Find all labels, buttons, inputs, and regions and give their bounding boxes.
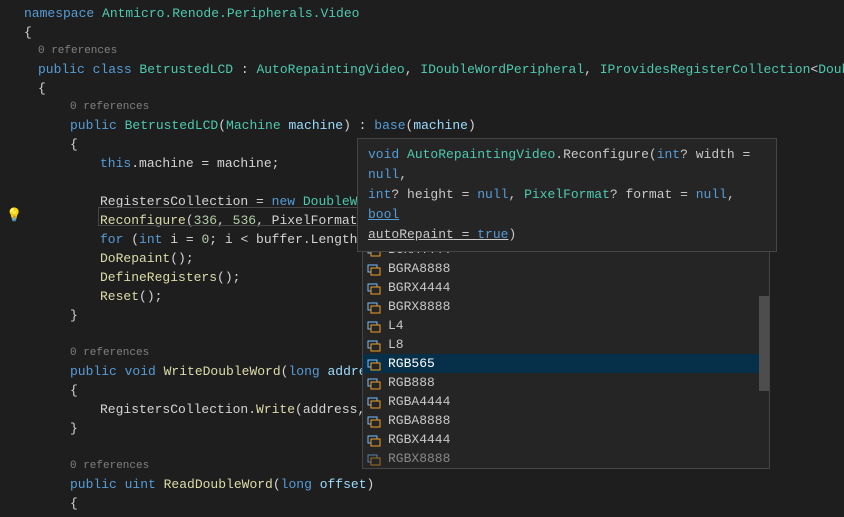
autocomplete-item[interactable]: RGB888: [363, 373, 769, 392]
autocomplete-item-label: L8: [388, 337, 404, 352]
autocomplete-item-label: RGBX4444: [388, 432, 450, 447]
enum-member-icon: [366, 299, 382, 315]
enum-member-icon: [366, 394, 382, 410]
lightbulb-icon[interactable]: 💡: [6, 208, 22, 223]
enum-member-icon: [366, 318, 382, 334]
enum-member-icon: [366, 375, 382, 391]
autocomplete-item[interactable]: L8: [363, 335, 769, 354]
autocomplete-item[interactable]: BGRX4444: [363, 278, 769, 297]
autocomplete-item[interactable]: BGRX8888: [363, 297, 769, 316]
autocomplete-item-label: RGBA8888: [388, 413, 450, 428]
autocomplete-item-label: BGRA8888: [388, 261, 450, 276]
autocomplete-item[interactable]: RGB565: [363, 354, 769, 373]
autocomplete-item-label: L4: [388, 318, 404, 333]
autocomplete-item[interactable]: RGBX8888: [363, 449, 769, 468]
namespace-name: Antmicro.Renode.Peripherals.Video: [94, 6, 359, 21]
autocomplete-scrollbar[interactable]: [759, 296, 769, 391]
autocomplete-item-label: BGRX8888: [388, 299, 450, 314]
autocomplete-item-label: RGBX8888: [388, 451, 450, 466]
brace: {: [0, 23, 844, 42]
autocomplete-item[interactable]: RGBA4444: [363, 392, 769, 411]
enum-member-icon: [366, 356, 382, 372]
keyword: namespace: [24, 6, 94, 21]
autocomplete-item[interactable]: L4: [363, 316, 769, 335]
autocomplete-item-label: RGB565: [388, 356, 435, 371]
autocomplete-item[interactable]: BGRA8888: [363, 259, 769, 278]
autocomplete-item[interactable]: RGBA8888: [363, 411, 769, 430]
enum-member-icon: [366, 280, 382, 296]
enum-member-icon: [366, 413, 382, 429]
autocomplete-item[interactable]: RGBX4444: [363, 430, 769, 449]
enum-member-icon: [366, 451, 382, 467]
autocomplete-item-label: RGB888: [388, 375, 435, 390]
autocomplete-item-label: BGRX4444: [388, 280, 450, 295]
signature-help-tooltip: void AutoRepaintingVideo.Reconfigure(int…: [357, 138, 777, 252]
enum-member-icon: [366, 432, 382, 448]
autocomplete-item-label: RGBA4444: [388, 394, 450, 409]
codelens-references[interactable]: 0 references: [0, 98, 844, 116]
codelens-references[interactable]: 0 references: [0, 42, 844, 60]
autocomplete-popup[interactable]: BGR888BGRA4444BGRA8888BGRX4444BGRX8888L4…: [362, 220, 770, 469]
enum-member-icon: [366, 337, 382, 353]
enum-member-icon: [366, 261, 382, 277]
